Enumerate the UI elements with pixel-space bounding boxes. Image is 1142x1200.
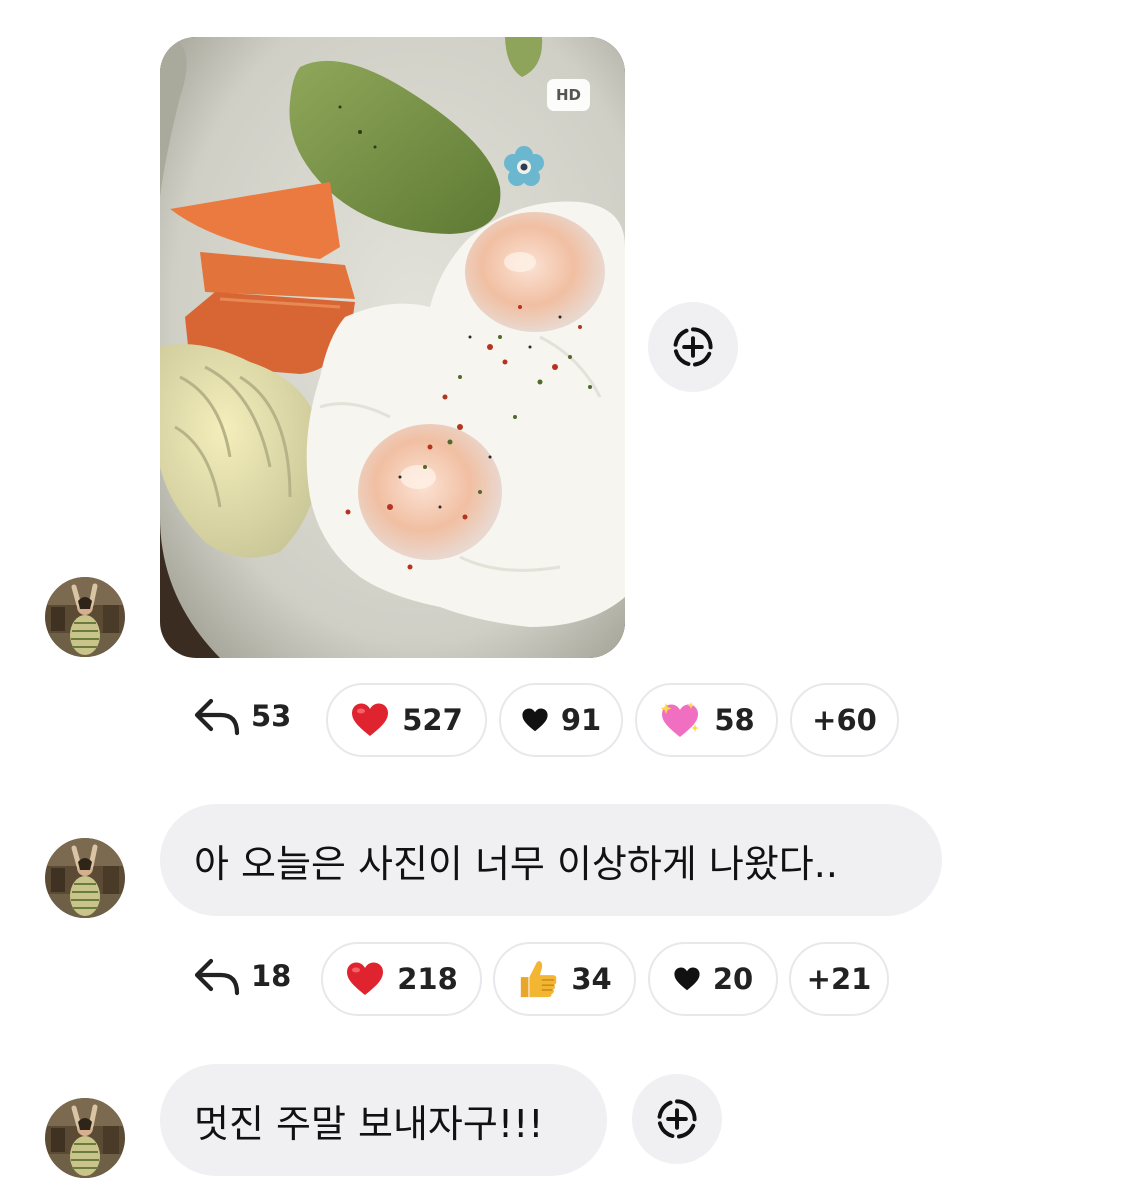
add-reaction-icon <box>671 325 715 369</box>
reply-icon <box>193 955 241 997</box>
message-text: 아 오늘은 사진이 너무 이상하게 나왔다.. <box>194 841 838 886</box>
red-heart-icon <box>350 702 390 738</box>
message-bubble[interactable]: 멋진 주말 보내자구!!! <box>160 1064 607 1176</box>
more-reactions-button[interactable]: +60 <box>790 683 899 757</box>
reaction-count: 218 <box>397 962 458 996</box>
reaction-thumbs-up[interactable]: 34 <box>493 942 636 1016</box>
red-heart-icon <box>345 961 385 997</box>
reaction-count: 91 <box>560 703 602 737</box>
reaction-black-heart[interactable]: 91 <box>499 683 623 757</box>
message-bubble[interactable]: 아 오늘은 사진이 너무 이상하게 나왔다.. <box>160 804 942 916</box>
reaction-count: 34 <box>571 962 612 996</box>
reply-count[interactable]: 18 <box>193 955 291 997</box>
sender-avatar[interactable] <box>45 838 125 918</box>
add-reaction-icon <box>655 1097 699 1141</box>
black-heart-icon <box>521 707 549 733</box>
black-heart-icon <box>673 966 701 992</box>
reaction-count: 527 <box>402 703 463 737</box>
reaction-count: 20 <box>712 962 754 996</box>
thumbs-up-icon <box>517 958 559 1000</box>
more-reactions-button[interactable]: +21 <box>789 942 889 1016</box>
sender-avatar[interactable] <box>45 577 125 657</box>
more-reactions-label: +21 <box>806 962 872 996</box>
message-text: 멋진 주말 보내자구!!! <box>194 1101 544 1146</box>
reaction-red-heart[interactable]: 527 <box>326 683 487 757</box>
more-reactions-label: +60 <box>812 703 877 737</box>
message-photo[interactable] <box>160 37 625 658</box>
reaction-count: 58 <box>714 703 755 737</box>
reply-count-label: 18 <box>251 959 292 993</box>
add-reaction-button[interactable] <box>632 1074 722 1164</box>
breakfast-photo <box>160 37 625 658</box>
reaction-sparkling-heart[interactable]: 58 <box>635 683 778 757</box>
sparkling-heart-icon <box>658 700 702 740</box>
sender-avatar[interactable] <box>45 1098 125 1178</box>
reaction-black-heart[interactable]: 20 <box>648 942 778 1016</box>
reply-count[interactable]: 53 <box>193 695 291 737</box>
reply-icon <box>193 695 241 737</box>
add-reaction-button[interactable] <box>648 302 738 392</box>
reaction-red-heart[interactable]: 218 <box>321 942 482 1016</box>
hd-badge: HD <box>547 79 590 111</box>
reply-count-label: 53 <box>251 699 292 733</box>
